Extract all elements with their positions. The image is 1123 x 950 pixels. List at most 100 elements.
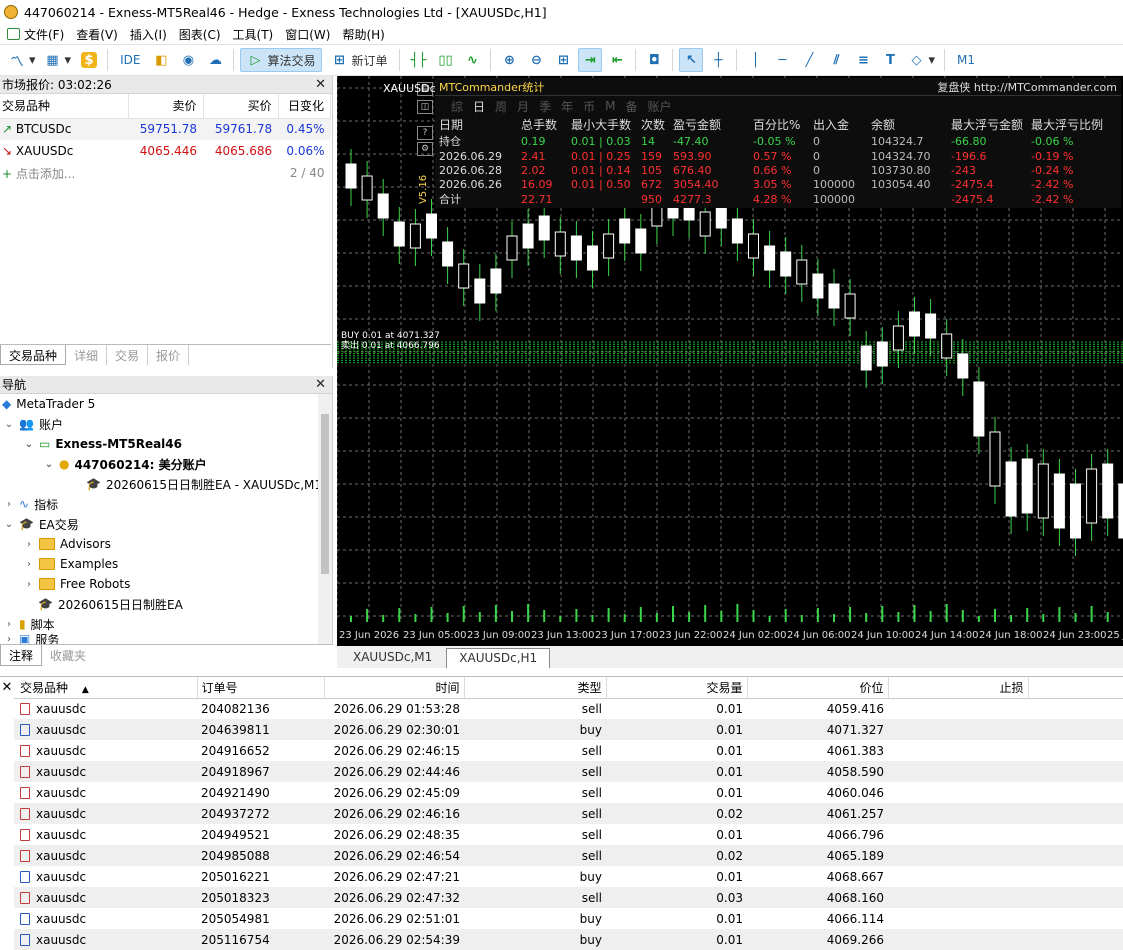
candle-chart-button[interactable]: ▯▯ bbox=[433, 48, 457, 72]
chart-shift-button[interactable]: ⇤ bbox=[605, 48, 629, 72]
menu-tools[interactable]: 工具(T) bbox=[228, 26, 279, 43]
tree-node-scripts[interactable]: › ▮ 脚本 bbox=[0, 614, 332, 634]
trendline-button[interactable]: ╱ bbox=[797, 48, 821, 72]
chevron-right-icon[interactable]: › bbox=[4, 499, 14, 510]
stats-tab[interactable]: 周 bbox=[495, 98, 507, 115]
new-chart-button[interactable]: 〽 ▾ bbox=[6, 48, 39, 72]
order-row[interactable]: xauusdc 204918967 2026.06.29 02:44:46 sell 0… bbox=[14, 761, 1123, 782]
symbol-row[interactable]: ↘ XAUUSDc 4065.446 4065.686 0.06% bbox=[0, 140, 331, 163]
tab-trading[interactable]: 交易 bbox=[107, 345, 149, 365]
order-row[interactable]: xauusdc 205054981 2026.06.29 02:51:01 buy 0.… bbox=[14, 908, 1123, 929]
strategy-tester-button[interactable]: ◧ bbox=[149, 48, 173, 72]
tree-node-ea[interactable]: 🎓 20260615日日制胜EA bbox=[0, 594, 332, 614]
tree-node-account[interactable]: ⌄ ● 447060214: 美分账户 bbox=[0, 454, 332, 474]
zoom-out-button[interactable]: ⊖ bbox=[524, 48, 548, 72]
channel-button[interactable]: ⫽ bbox=[824, 48, 848, 72]
crosshair-button[interactable]: ┼ bbox=[706, 48, 730, 72]
stats-tab[interactable]: 年 bbox=[561, 98, 573, 115]
scrollbar-thumb[interactable] bbox=[321, 414, 329, 574]
tab-favorites[interactable]: 收藏夹 bbox=[42, 645, 94, 666]
chevron-right-icon[interactable]: › bbox=[4, 619, 14, 630]
tree-node-experts[interactable]: ⌄ 🎓 EA交易 bbox=[0, 514, 332, 534]
stats-tab[interactable]: 账户 bbox=[647, 98, 671, 115]
chevron-down-icon[interactable]: ⌄ bbox=[4, 519, 14, 530]
vps-button[interactable]: ☁ bbox=[203, 48, 227, 72]
stats-link[interactable]: 复盘侠 http://MTCommander.com bbox=[937, 79, 1117, 95]
col-change[interactable]: 日变化 bbox=[278, 94, 332, 119]
tree-node-server[interactable]: ⌄ ▭ Exness-MT5Real46 bbox=[0, 434, 332, 454]
chevron-down-icon[interactable]: ⌄ bbox=[44, 459, 54, 470]
stats-tab[interactable]: M bbox=[605, 99, 615, 113]
tab-details[interactable]: 详细 bbox=[66, 345, 108, 365]
stats-tab[interactable]: 月 bbox=[517, 98, 529, 115]
order-row[interactable]: xauusdc 204985088 2026.06.29 02:46:54 sell 0… bbox=[14, 845, 1123, 866]
tab-chart-m1[interactable]: XAUUSDc,M1 bbox=[341, 648, 444, 668]
tree-node-attached-ea[interactable]: 🎓 20260615日日制胜EA - XAUUSDc,M1 bbox=[0, 474, 332, 494]
vertical-line-button[interactable]: │ bbox=[743, 48, 767, 72]
col-bid[interactable]: 卖价 bbox=[128, 94, 204, 119]
order-row[interactable]: xauusdc 205018323 2026.06.29 02:47:32 sell 0… bbox=[14, 887, 1123, 908]
stats-tab[interactable]: 综 bbox=[451, 98, 463, 115]
order-row[interactable]: xauusdc 204937272 2026.06.29 02:46:16 sell 0… bbox=[14, 803, 1123, 824]
tab-comments[interactable]: 注释 bbox=[0, 645, 43, 666]
chevron-right-icon[interactable]: › bbox=[24, 559, 34, 570]
horizontal-line-button[interactable]: ─ bbox=[770, 48, 794, 72]
chevron-right-icon[interactable]: › bbox=[4, 634, 14, 644]
order-row[interactable]: xauusdc 204639811 2026.06.29 02:30:01 buy 0.… bbox=[14, 719, 1123, 740]
navigator-scrollbar[interactable] bbox=[318, 394, 332, 644]
menu-charts[interactable]: 图表(C) bbox=[174, 26, 226, 43]
chevron-down-icon[interactable]: ⌄ bbox=[24, 439, 34, 450]
col-order[interactable]: 订单号 bbox=[197, 677, 325, 699]
col-type[interactable]: 类型 bbox=[464, 677, 607, 699]
menu-file[interactable]: 文件(F) bbox=[2, 26, 69, 43]
tree-node-mt5[interactable]: ◆ MetaTrader 5 bbox=[0, 394, 332, 414]
col-ask[interactable]: 买价 bbox=[203, 94, 279, 119]
cursor-button[interactable]: ↖ bbox=[679, 48, 704, 72]
tab-symbols[interactable]: 交易品种 bbox=[0, 345, 67, 365]
shapes-button[interactable]: ◇ ▾ bbox=[905, 48, 938, 72]
col-price[interactable]: 价位 bbox=[747, 677, 889, 699]
menu-window[interactable]: 窗口(W) bbox=[280, 26, 335, 43]
order-row[interactable]: xauusdc 204082136 2026.06.29 01:53:28 sell 0… bbox=[14, 698, 1123, 719]
stats-tab[interactable]: 季 bbox=[539, 98, 551, 115]
autoscroll-button[interactable]: ⇥ bbox=[578, 48, 603, 72]
close-icon[interactable]: ✕ bbox=[315, 377, 326, 392]
tree-node-examples[interactable]: › Examples bbox=[0, 554, 332, 574]
stats-tab[interactable]: 日 bbox=[473, 98, 485, 115]
chevron-right-icon[interactable]: › bbox=[24, 579, 34, 590]
help-icon[interactable]: ? bbox=[417, 126, 433, 140]
order-row[interactable]: xauusdc 204949521 2026.06.29 02:48:35 sell 0… bbox=[14, 824, 1123, 845]
close-icon[interactable]: ✕ bbox=[0, 677, 14, 697]
menu-view[interactable]: 查看(V) bbox=[71, 26, 123, 43]
tab-ticks[interactable]: 报价 bbox=[148, 345, 190, 365]
ide-button[interactable]: IDE bbox=[114, 48, 146, 72]
col-symbol[interactable]: 交易品种 bbox=[0, 94, 129, 119]
price-chart[interactable]: 23 Jun 2026 23 Jun 05:00 23 Jun 09:00 23 Ju… bbox=[337, 76, 1123, 646]
menu-insert[interactable]: 插入(I) bbox=[125, 26, 172, 43]
tree-node-indicators[interactable]: › ∿ 指标 bbox=[0, 494, 332, 514]
screenshot-button[interactable]: ◘ bbox=[642, 48, 666, 72]
fibonacci-button[interactable]: ≡ bbox=[851, 48, 875, 72]
tree-node-services[interactable]: › ▣ 服务 bbox=[0, 634, 332, 644]
app-menu-icon[interactable] bbox=[7, 28, 20, 40]
order-row[interactable]: xauusdc 204921490 2026.06.29 02:45:09 sell 0… bbox=[14, 782, 1123, 803]
chevron-down-icon[interactable]: ⌄ bbox=[4, 419, 14, 430]
order-row[interactable]: xauusdc 205016221 2026.06.29 02:47:21 buy 0.… bbox=[14, 866, 1123, 887]
stats-tab[interactable]: 备 bbox=[625, 98, 637, 115]
symbol-row[interactable]: ↗ BTCUSDc 59751.78 59761.78 0.45% bbox=[0, 118, 331, 141]
text-button[interactable]: T bbox=[878, 48, 902, 72]
stats-toggle-icon[interactable]: ◫ bbox=[417, 100, 433, 114]
tab-chart-h1[interactable]: XAUUSDc,H1 bbox=[446, 648, 551, 668]
algo-trading-button[interactable]: ▷ 算法交易 bbox=[240, 48, 323, 72]
tree-node-free-robots[interactable]: › Free Robots bbox=[0, 574, 332, 594]
settings-icon[interactable]: ⚙ bbox=[417, 142, 433, 156]
signals-button[interactable]: ◉ bbox=[176, 48, 200, 72]
line-chart-button[interactable]: ∿ bbox=[460, 48, 484, 72]
tree-node-advisors[interactable]: › Advisors bbox=[0, 534, 332, 554]
chart-type-button[interactable]: ▦ ▾ bbox=[42, 48, 75, 72]
tree-node-accounts[interactable]: ⌄ 👥 账户 bbox=[0, 414, 332, 434]
col-volume[interactable]: 交易量 bbox=[606, 677, 748, 699]
col-time[interactable]: 时间 bbox=[324, 677, 465, 699]
new-order-button[interactable]: ⊞ 新订单 bbox=[325, 48, 393, 72]
col-stoploss[interactable]: 止损 bbox=[888, 677, 1029, 699]
